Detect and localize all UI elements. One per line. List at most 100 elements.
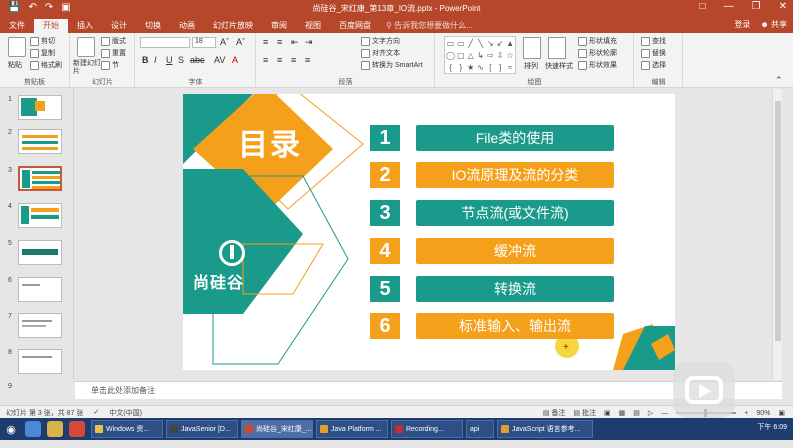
chrome-icon[interactable]	[69, 421, 85, 437]
collapse-ribbon-icon[interactable]: ⌃	[775, 75, 783, 86]
shape-roundrect-icon[interactable]: ▢	[456, 49, 466, 61]
shape-rect-icon[interactable]: ▭	[445, 37, 456, 49]
taskbar-item[interactable]: api	[466, 420, 494, 438]
quick-styles-icon[interactable]	[548, 37, 566, 59]
taskbar-item[interactable]: JavaSenior [D...	[166, 420, 238, 438]
slide-thumbnail[interactable]	[18, 349, 62, 374]
font-size-field[interactable]: 18	[192, 37, 216, 48]
system-tray-clock[interactable]: 下午 6:09	[757, 422, 787, 432]
tab-insert[interactable]: 插入	[68, 19, 102, 33]
strikethrough-icon[interactable]: abc	[190, 55, 205, 65]
arrange-icon[interactable]	[523, 37, 541, 59]
shape-bracket2-icon[interactable]: ]	[495, 61, 505, 73]
normal-view-icon[interactable]: ▣	[604, 409, 611, 417]
slide-thumbnail[interactable]	[18, 203, 62, 228]
shrink-font-icon[interactable]: Aˇ	[236, 37, 245, 47]
font-color-icon[interactable]: A	[232, 55, 238, 65]
shadow-icon[interactable]: S	[178, 55, 184, 65]
arrange-button[interactable]: 排列	[524, 61, 538, 71]
shape-wave-icon[interactable]: ≈	[505, 61, 515, 73]
ribbon-display-icon[interactable]: □	[700, 1, 706, 12]
current-slide[interactable]: + 目录 尚硅谷 1 File类的使用 2 IO流原理及流的分类 3 节点流(或…	[183, 94, 675, 370]
shape-line2-icon[interactable]: ╲	[476, 37, 486, 49]
decrease-indent-icon[interactable]: ⇤	[291, 37, 299, 48]
zoom-out-icon[interactable]: —	[661, 410, 668, 417]
shape-arrow-icon[interactable]: ↘	[485, 37, 495, 49]
italic-icon[interactable]: I	[154, 55, 157, 65]
slide-thumbnail[interactable]	[18, 313, 62, 338]
increase-indent-icon[interactable]: ⇥	[305, 37, 313, 48]
font-name-field[interactable]	[140, 37, 190, 48]
taskbar-item-active[interactable]: 尚硅谷_宋红康_...	[241, 420, 313, 438]
justify-icon[interactable]: ≡	[305, 55, 310, 65]
language-indicator[interactable]: 中文(中国)	[109, 408, 142, 418]
shape-arrow-right-icon[interactable]: ⇨	[485, 49, 495, 61]
shape-more-icon[interactable]: ▲	[505, 37, 515, 49]
shape-arrow-down-icon[interactable]: ⇩	[495, 49, 505, 61]
find-button[interactable]: 查找	[641, 36, 666, 46]
new-slide-button[interactable]: 新建幻灯片	[73, 60, 103, 76]
shape-triangle-icon[interactable]: △	[466, 49, 476, 61]
shape-bent-icon[interactable]: ↳	[476, 49, 486, 61]
notes-toggle-button[interactable]: ▤ 备注	[543, 408, 566, 418]
tab-transitions[interactable]: 切换	[136, 19, 170, 33]
slideshow-view-icon[interactable]: ▷	[648, 409, 653, 417]
smartart-button[interactable]: 转换为 SmartArt	[361, 60, 423, 70]
scrollbar-thumb[interactable]	[775, 101, 781, 341]
minimize-button[interactable]: —	[724, 1, 734, 12]
taskbar-item[interactable]: Recording...	[391, 420, 463, 438]
close-button[interactable]: ✕	[779, 1, 787, 12]
paste-button[interactable]: 粘贴	[8, 60, 22, 70]
shape-oval-icon[interactable]: ◯	[445, 49, 456, 61]
taskbar-item[interactable]: Windows 资...	[91, 420, 163, 438]
shape-rect2-icon[interactable]: ▭	[456, 37, 466, 49]
grow-font-icon[interactable]: Aˆ	[220, 37, 229, 47]
tab-view[interactable]: 视图	[296, 19, 330, 33]
comments-toggle-button[interactable]: ▤ 批注	[573, 408, 596, 418]
select-button[interactable]: 选择	[641, 60, 666, 70]
layout-button[interactable]: 版式	[101, 36, 126, 46]
cut-button[interactable]: 剪切	[30, 36, 55, 46]
tab-design[interactable]: 设计	[102, 19, 136, 33]
tab-animations[interactable]: 动画	[170, 19, 204, 33]
underline-icon[interactable]: U	[166, 55, 173, 65]
format-painter-button[interactable]: 格式刷	[30, 60, 62, 70]
shape-fill-button[interactable]: 形状填充	[578, 36, 617, 46]
spellcheck-icon[interactable]: ✓	[93, 408, 99, 418]
tab-file[interactable]: 文件	[0, 19, 34, 33]
align-left-icon[interactable]: ≡	[263, 55, 268, 65]
quick-styles-button[interactable]: 快速样式	[545, 61, 573, 71]
tab-review[interactable]: 审阅	[262, 19, 296, 33]
text-direction-button[interactable]: 文字方向	[361, 36, 400, 46]
shape-star2-icon[interactable]: ★	[466, 61, 476, 73]
slide-thumbnail-selected[interactable]	[18, 166, 62, 191]
slide-thumbnail[interactable]	[18, 129, 62, 154]
tab-home[interactable]: 开始	[34, 19, 68, 33]
replace-button[interactable]: 替换	[641, 48, 666, 58]
align-text-button[interactable]: 对齐文本	[361, 48, 400, 58]
vertical-scrollbar[interactable]	[772, 89, 782, 380]
tell-me-search[interactable]: ⚲ 告诉我您想要做什么...	[386, 19, 473, 33]
shape-star-icon[interactable]: ☆	[505, 49, 515, 61]
shape-bracket-icon[interactable]: [	[485, 61, 495, 73]
bold-icon[interactable]: B	[142, 55, 149, 65]
numbering-icon[interactable]: ≡	[277, 37, 282, 47]
start-button[interactable]: ◉	[0, 418, 22, 440]
tab-baidu-netdisk[interactable]: 百度网盘	[330, 19, 380, 33]
fit-slide-icon[interactable]: ▣	[778, 409, 785, 417]
slide-thumbnail[interactable]	[18, 240, 62, 265]
zoom-level[interactable]: 90%	[756, 410, 770, 417]
align-center-icon[interactable]: ≡	[277, 55, 282, 65]
shapes-gallery[interactable]: ▭ ▭ ╱ ╲ ↘ ↙ ▲ ◯ ▢ △ ↳ ⇨ ⇩ ☆ { } ★ ∿ [ ] …	[444, 36, 516, 74]
align-right-icon[interactable]: ≡	[291, 55, 296, 65]
login-link[interactable]: 登录	[734, 19, 750, 30]
shape-arrow2-icon[interactable]: ↙	[495, 37, 505, 49]
reset-button[interactable]: 重置	[101, 48, 126, 58]
taskbar-item[interactable]: JavaScript 语言参考...	[497, 420, 593, 438]
bullets-icon[interactable]: ≡	[263, 37, 268, 47]
explorer-icon[interactable]	[47, 421, 63, 437]
maximize-button[interactable]: ❐	[752, 1, 761, 12]
shape-brace-icon[interactable]: {	[445, 61, 456, 73]
shape-brace2-icon[interactable]: }	[456, 61, 466, 73]
section-button[interactable]: 节	[101, 60, 119, 70]
